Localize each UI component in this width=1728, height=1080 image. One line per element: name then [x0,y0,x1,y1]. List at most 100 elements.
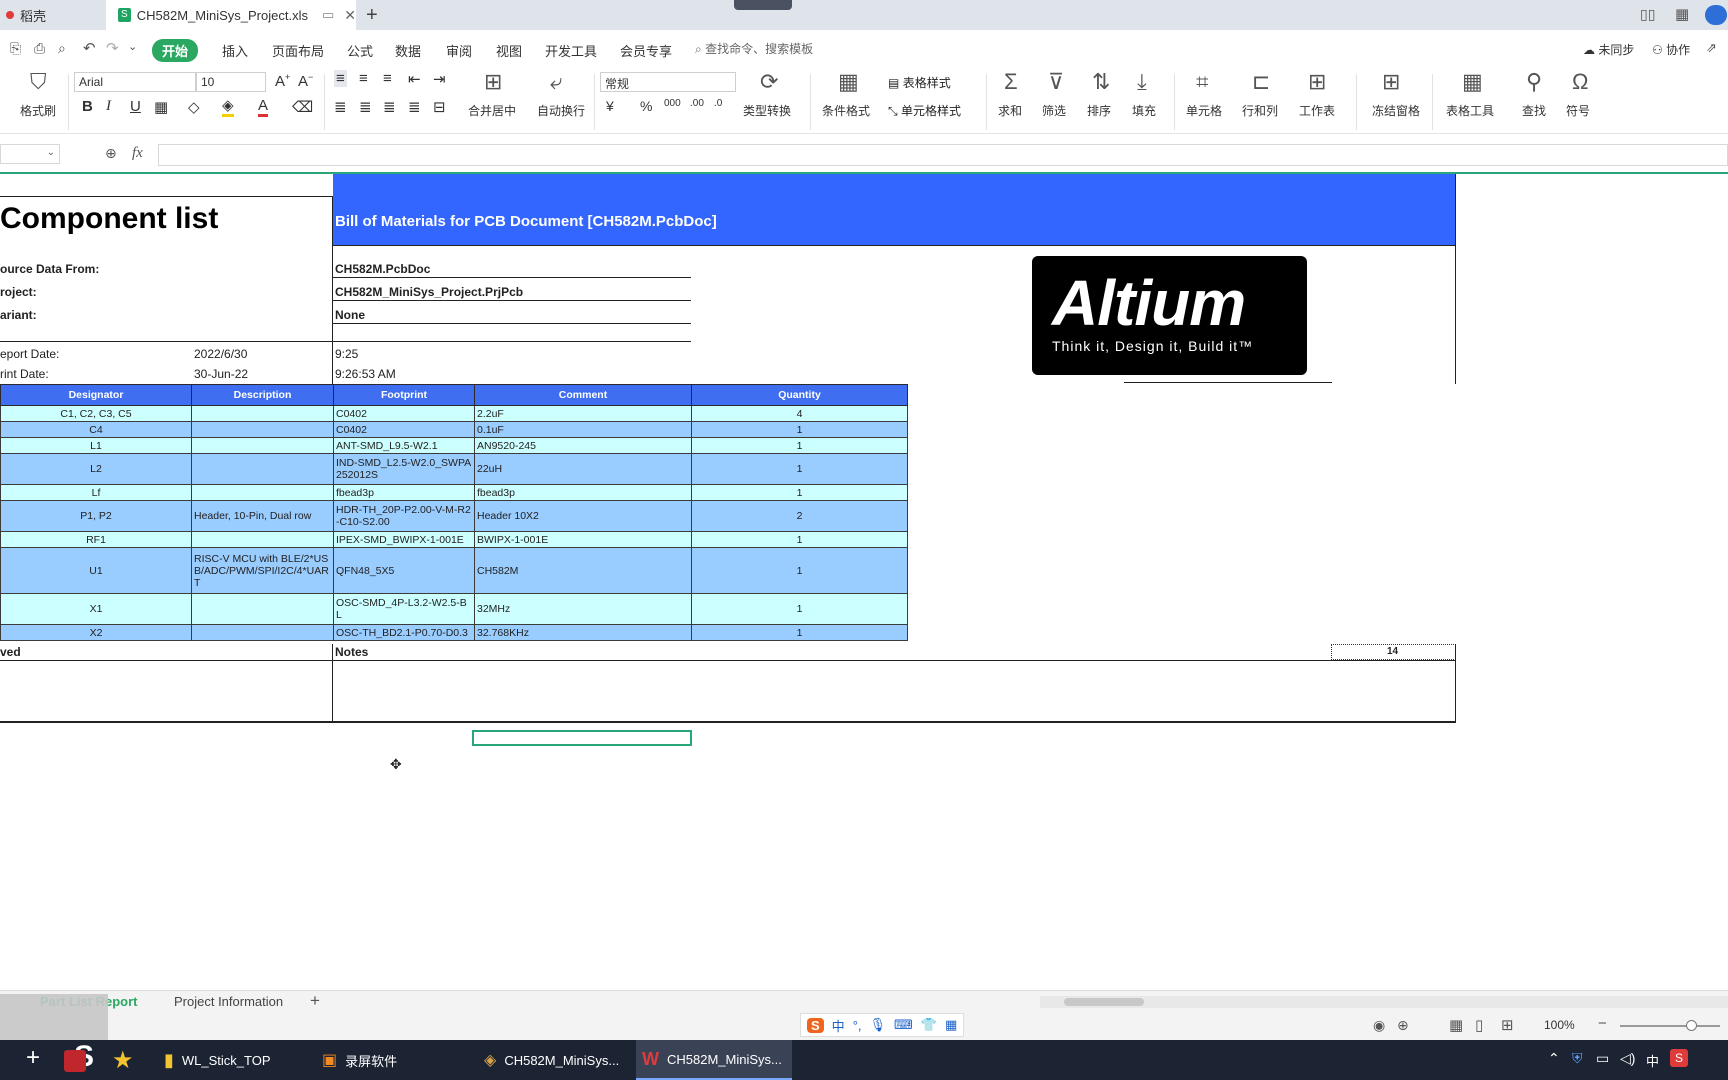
align-middle-icon[interactable]: ≡ [359,70,368,87]
column-header-description[interactable]: Description [191,384,334,406]
zoom-slider-thumb[interactable] [1686,1020,1697,1031]
horizontal-scrollbar[interactable] [1040,996,1728,1008]
comment-cell[interactable]: 0.1uF [474,421,692,438]
zoom-slider[interactable] [1620,1020,1720,1031]
designator-cell[interactable]: X1 [0,593,192,625]
comment-cell[interactable]: CH582M [474,547,692,594]
quantity-cell[interactable]: 2 [691,500,908,532]
tab-docer[interactable]: 稻壳 [0,0,96,30]
comment-cell[interactable]: Header 10X2 [474,500,692,532]
quantity-cell[interactable]: 1 [691,624,908,641]
menu-review[interactable]: 审阅 [446,41,472,60]
designator-cell[interactable]: Lf [0,484,192,501]
designator-cell[interactable]: P1, P2 [0,500,192,532]
footprint-cell[interactable]: IPEX-SMD_BWIPX-1-001E [333,531,475,548]
comment-cell[interactable]: AN9520-245 [474,437,692,454]
cell-style-icon[interactable]: ◇ [188,98,200,116]
comment-cell[interactable]: fbead3p [474,484,692,501]
column-header-designator[interactable]: Designator [0,384,192,406]
description-cell[interactable] [191,437,334,454]
quantity-cell[interactable]: 1 [691,484,908,501]
formula-input[interactable] [158,144,1728,166]
task-recorder[interactable]: ▣ 录屏软件 [318,1040,466,1080]
taskbar-app-icon[interactable] [64,1050,86,1072]
footprint-cell[interactable]: ANT-SMD_L9.5-W2.1 [333,437,475,454]
zoom-level[interactable]: 100% [1544,1018,1575,1032]
network-icon[interactable]: ▭ [1596,1050,1609,1067]
tray-chevron-icon[interactable]: ⌃ [1548,1050,1560,1067]
distribute-icon[interactable]: ⊟ [433,98,446,116]
share-icon[interactable]: ⇗ [1706,40,1717,56]
fx-button[interactable]: fx [132,145,143,162]
number-format-select[interactable]: 常规 [600,72,736,92]
clear-format-icon[interactable]: ⌫ [292,98,313,116]
quantity-cell[interactable]: 1 [691,453,908,485]
tray-sogou-icon[interactable]: S [1670,1049,1688,1067]
increase-decimal-icon[interactable]: .00 [690,98,704,109]
security-icon[interactable]: ⛨ [1572,1050,1583,1067]
footprint-cell[interactable]: C0402 [333,421,475,438]
decrease-decimal-icon[interactable]: .0 [714,98,722,109]
description-cell[interactable] [191,453,334,485]
font-color-icon[interactable]: A [258,98,269,117]
sync-status[interactable]: ☁ 未同步 [1583,41,1634,58]
fill-color-icon[interactable]: ◈ [222,98,234,117]
footprint-cell[interactable]: QFN48_5X5 [333,547,475,594]
align-right-icon[interactable]: ≣ [383,98,396,116]
menu-insert[interactable]: 插入 [222,41,248,60]
align-center-icon[interactable]: ≣ [359,98,372,116]
quantity-cell[interactable]: 4 [691,405,908,422]
justify-icon[interactable]: ≣ [408,98,421,116]
tab-close-icon[interactable]: ✕ [344,7,356,24]
description-cell[interactable] [191,405,334,422]
spreadsheet-grid[interactable]: Component list Bill of Materials for PCB… [0,174,1728,990]
quantity-cell[interactable]: 1 [691,593,908,625]
description-cell[interactable]: RISC-V MCU with BLE/2*USB/ADC/PWM/SPI/I2… [191,547,334,594]
percent-icon[interactable]: % [640,98,652,114]
align-top-icon[interactable]: ≡ [334,70,347,87]
description-cell[interactable] [191,531,334,548]
designator-cell[interactable]: L2 [0,453,192,485]
quantity-cell[interactable]: 1 [691,531,908,548]
designator-cell[interactable]: X2 [0,624,192,641]
comment-cell[interactable]: 2.2uF [474,405,692,422]
align-left-icon[interactable]: ≣ [334,98,347,116]
indent-increase-icon[interactable]: ⇥ [433,70,446,88]
footprint-cell[interactable]: OSC-SMD_4P-L3.2-W2.5-BL [333,593,475,625]
task-wl-stick[interactable]: ▮ WL_Stick_TOP [160,1040,308,1080]
zoom-out-icon[interactable]: − [1598,1015,1607,1032]
decrease-font-icon[interactable]: A− [298,72,313,90]
comment-cell[interactable]: 22uH [474,453,692,485]
tab-project-information[interactable]: Project Information [174,994,283,1009]
designator-cell[interactable]: RF1 [0,531,192,548]
italic-button[interactable]: I [106,98,111,115]
footprint-cell[interactable]: fbead3p [333,484,475,501]
grid-icon[interactable]: ▦ [1675,5,1689,23]
description-cell[interactable] [191,484,334,501]
comment-cell[interactable]: 32MHz [474,593,692,625]
description-cell[interactable] [191,593,334,625]
tray-ime[interactable]: 中 [1646,1051,1659,1070]
redo-icon[interactable]: ↷ [106,39,119,57]
designator-cell[interactable]: U1 [0,547,192,594]
quantity-cell[interactable]: 1 [691,437,908,454]
page-break-icon[interactable]: ⊞ [1501,1016,1514,1034]
zoom-formula-icon[interactable]: ⊕ [105,145,117,162]
font-name-select[interactable]: Arial [74,72,196,92]
menu-member[interactable]: 会员专享 [620,41,672,60]
column-header-quantity[interactable]: Quantity [691,384,908,406]
footprint-cell[interactable]: IND-SMD_L2.5-W2.0_SWPA252012S [333,453,475,485]
volume-icon[interactable]: ◁) [1620,1050,1635,1067]
underline-button[interactable]: U [130,98,141,115]
window-handle[interactable] [734,0,792,10]
crosshair-icon[interactable]: ⊕ [1397,1017,1409,1034]
designator-cell[interactable]: C1, C2, C3, C5 [0,405,192,422]
description-cell[interactable] [191,421,334,438]
menu-home[interactable]: 开始 [152,39,199,62]
description-cell[interactable]: Header, 10-Pin, Dual row [191,500,334,532]
wps-add-icon[interactable]: + [26,1044,40,1072]
quantity-cell[interactable]: 1 [691,421,908,438]
comment-cell[interactable]: 32.768KHz [474,624,692,641]
align-bottom-icon[interactable]: ≡ [383,70,392,87]
increase-font-icon[interactable]: A+ [275,72,290,90]
